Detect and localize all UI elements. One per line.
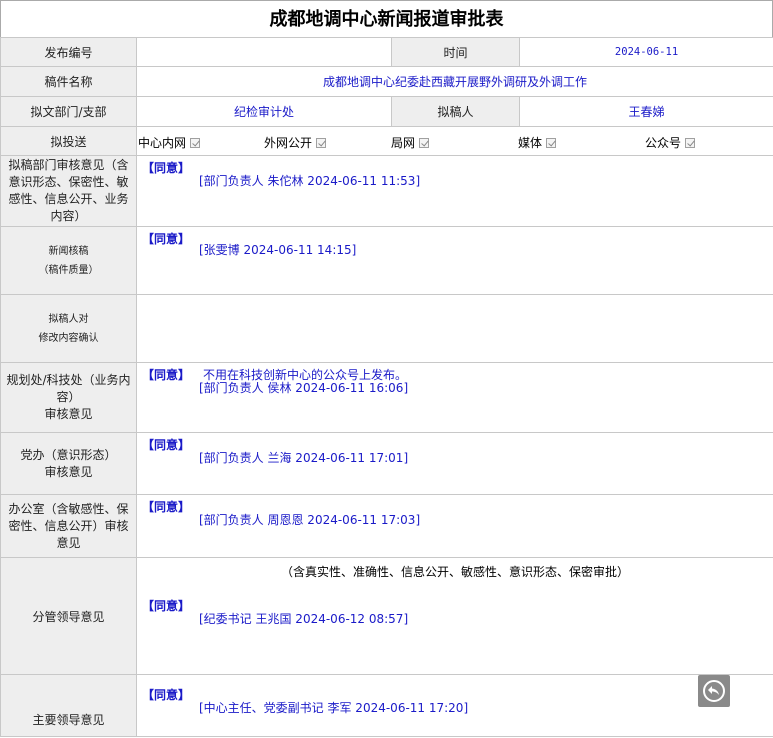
signature: [部门负责人 朱佗林 2024-06-11 11:53]	[199, 174, 421, 188]
send-option-wechat[interactable]: 公众号	[645, 134, 696, 151]
time-value[interactable]: 2024-06-11	[519, 37, 773, 67]
time-label: 时间	[391, 37, 521, 67]
party-review-opinion: 【同意】 [部门负责人 兰海 2024-06-11 17:01]	[135, 432, 773, 495]
send-option-public[interactable]: 外网公开	[264, 134, 327, 151]
drafter-confirm-opinion[interactable]	[135, 294, 773, 363]
approval-table: 发布编号 时间 2024-06-11 稿件名称 成都地调中心纪委赴西藏开展野外调…	[0, 37, 773, 737]
checkbox-icon[interactable]	[419, 138, 430, 148]
dept-review-opinion: 【同意】 [部门负责人 朱佗林 2024-06-11 11:53]	[135, 155, 773, 227]
checkbox-icon[interactable]	[316, 138, 327, 148]
agree-mark: 【同意】	[142, 500, 191, 514]
send-label: 拟投送	[0, 126, 137, 156]
manuscript-value[interactable]: 成都地调中心纪委赴西藏开展野外调研及外调工作	[135, 66, 773, 97]
signature: [中心主任、党委副书记 李军 2024-06-11 17:20]	[199, 701, 469, 715]
feedback-button[interactable]	[698, 675, 730, 707]
send-option-intranet[interactable]: 中心内网	[138, 134, 201, 151]
send-option-media[interactable]: 媒体	[518, 134, 557, 151]
agree-mark: 【同意】	[142, 438, 191, 452]
drafter-confirm-label: 拟稿人对 修改内容确认	[0, 294, 137, 363]
agree-mark: 【同意】	[142, 368, 191, 382]
office-review-opinion: 【同意】 [部门负责人 周恩恩 2024-06-11 17:03]	[135, 494, 773, 558]
signature: [部门负责人 周恩恩 2024-06-11 17:03]	[199, 513, 421, 527]
planning-review-label: 规划处/科技处（业务内容） 审核意见	[0, 362, 137, 433]
send-option-bureau[interactable]: 局网	[391, 134, 430, 151]
reply-icon	[703, 680, 725, 702]
form-title: 成都地调中心新闻报道审批表	[0, 0, 773, 37]
checkbox-icon[interactable]	[190, 138, 201, 148]
news-review-label: 新闻核稿 （稿件质量）	[0, 226, 137, 295]
news-review-opinion: 【同意】 [张雯博 2024-06-11 14:15]	[135, 226, 773, 295]
agree-mark: 【同意】	[142, 161, 191, 175]
leader-review-opinion: （含真实性、准确性、信息公开、敏感性、意识形态、保密审批） 【同意】 [纪委书记…	[135, 557, 773, 675]
publish-no-label: 发布编号	[0, 37, 137, 67]
agree-mark: 【同意】	[142, 688, 191, 702]
office-review-label: 办公室（含敏感性、保密性、信息公开）审核意见	[0, 494, 137, 558]
agree-mark: 【同意】	[142, 232, 191, 246]
drafter-value[interactable]: 王春娣	[519, 96, 773, 127]
party-review-label: 党办（意识形态） 审核意见	[0, 432, 137, 495]
checkbox-icon[interactable]	[546, 138, 557, 148]
dept-review-label: 拟稿部门审核意见（含意识形态、保密性、敏感性、信息公开、业务内容）	[0, 155, 137, 227]
leader-review-scope: （含真实性、准确性、信息公开、敏感性、意识形态、保密审批）	[281, 565, 630, 579]
drafter-label: 拟稿人	[391, 96, 521, 127]
signature: [张雯博 2024-06-11 14:15]	[199, 243, 357, 257]
send-options: 中心内网 外网公开 局网 媒体 公众号	[135, 126, 773, 156]
agree-mark: 【同意】	[142, 599, 191, 613]
manuscript-label: 稿件名称	[0, 66, 137, 97]
main-leader-review-label: 主要领导意见	[0, 674, 137, 737]
signature: [纪委书记 王兆国 2024-06-12 08:57]	[199, 612, 409, 626]
dept-value[interactable]: 纪检审计处	[135, 96, 393, 127]
publish-no-value[interactable]	[135, 37, 393, 67]
main-leader-review-opinion: 【同意】 [中心主任、党委副书记 李军 2024-06-11 17:20]	[135, 674, 773, 737]
planning-review-opinion: 【同意】 不用在科技创新中心的公众号上发布。 [部门负责人 侯林 2024-06…	[135, 362, 773, 433]
signature: [部门负责人 兰海 2024-06-11 17:01]	[199, 451, 409, 465]
dept-label: 拟文部门/支部	[0, 96, 137, 127]
leader-review-label: 分管领导意见	[0, 557, 137, 675]
checkbox-icon[interactable]	[685, 138, 696, 148]
signature: [部门负责人 侯林 2024-06-11 16:06]	[199, 381, 409, 395]
